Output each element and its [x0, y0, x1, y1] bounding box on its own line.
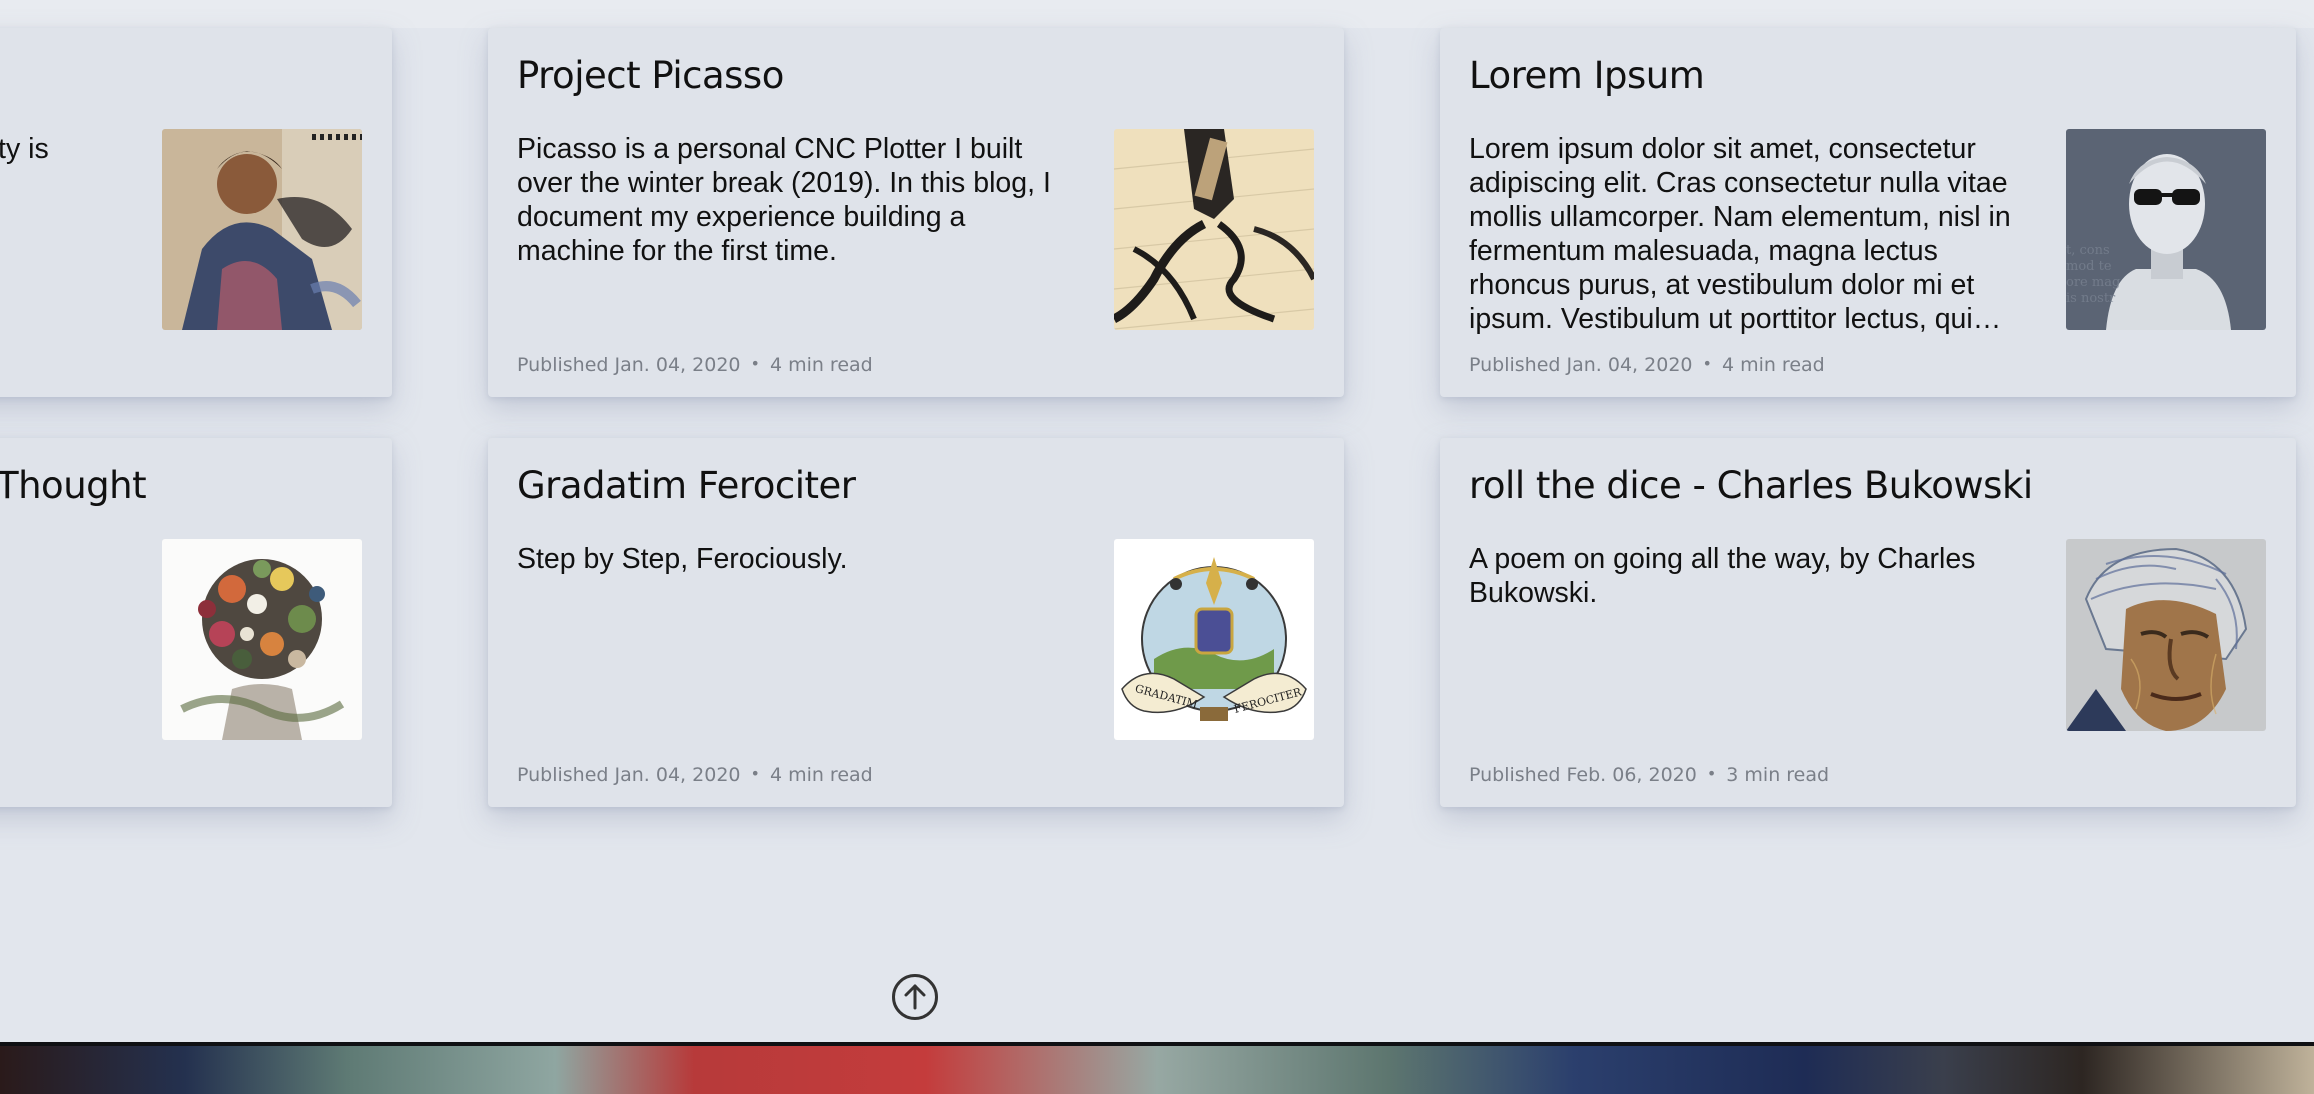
card-meta: Published Jan. 04, 2020 • 4 min read [517, 354, 873, 376]
card-meta: Published Feb. 06, 2020 • 3 min read [1469, 764, 1829, 786]
gradatim-ferociter-crest-image[interactable]: GRADATIM FEROCITER [1114, 539, 1314, 740]
card-title[interactable]: Thought [0, 464, 147, 507]
published-date: Published Jan. 04, 2020 [517, 764, 741, 786]
meta-separator: • [750, 764, 760, 783]
svg-text:is nostr: is nostr [2066, 291, 2116, 306]
published-date: Published Jan. 04, 2020 [1469, 354, 1693, 376]
blog-card[interactable]: roll the dice - Charles Bukowski A poem … [1440, 438, 2296, 807]
published-date: Published Jan. 04, 2020 [517, 354, 741, 376]
card-description: Step by Step, Ferociously. [517, 543, 848, 575]
blog-card[interactable]: Project Picasso Picasso is a personal CN… [488, 28, 1344, 397]
meta-separator: • [750, 354, 760, 373]
card-description: anity is [0, 133, 49, 165]
read-time: 4 min read [769, 354, 873, 376]
footer-hero-image-strip [0, 1042, 2314, 1094]
card-description: A poem on going all the way, by Charles … [1469, 543, 1976, 609]
published-date: Published Feb. 06, 2020 [1469, 764, 1697, 786]
sketch-portrait-image [162, 129, 362, 330]
meta-separator: • [1706, 764, 1717, 783]
blog-card[interactable]: Thought [0, 438, 392, 807]
card-title[interactable]: roll the dice - Charles Bukowski [1469, 464, 2033, 507]
blog-card[interactable]: Lorem Ipsum Lorem ipsum dolor sit amet, … [1440, 28, 2296, 397]
arrow-up-circle-icon [892, 974, 938, 1020]
floral-head-collage-image [162, 539, 362, 740]
svg-text:ore mag: ore mag [2066, 275, 2120, 290]
card-description: Lorem ipsum dolor sit amet, consectetur … [1469, 133, 2011, 335]
card-meta: Published Jan. 04, 2020 • 4 min read [1469, 354, 1825, 376]
bukowski-portrait-image[interactable] [2066, 539, 2266, 731]
bust-with-sunglasses-image[interactable]: t, cons mod te ore mag is nostr [2066, 129, 2266, 330]
svg-text:t, cons: t, cons [2066, 243, 2110, 258]
card-title[interactable]: Project Picasso [517, 54, 784, 97]
card-title[interactable]: Lorem Ipsum [1469, 54, 1705, 97]
cnc-plotter-pen-image[interactable] [1114, 129, 1314, 330]
page-top-strip [0, 0, 2314, 28]
card-title[interactable]: Gradatim Ferociter [517, 464, 856, 507]
blog-card[interactable]: anity is [0, 28, 392, 397]
blog-card[interactable]: Gradatim Ferociter Step by Step, Ferocio… [488, 438, 1344, 807]
meta-separator: • [1702, 354, 1712, 373]
svg-text:mod te: mod te [2066, 259, 2112, 274]
read-time: 4 min read [1721, 354, 1825, 376]
read-time: 4 min read [769, 764, 873, 786]
card-description: Picasso is a personal CNC Plotter I buil… [517, 133, 1051, 267]
scroll-to-top-button[interactable] [891, 973, 939, 1021]
card-meta: Published Jan. 04, 2020 • 4 min read [517, 764, 873, 786]
read-time: 3 min read [1726, 764, 1830, 786]
